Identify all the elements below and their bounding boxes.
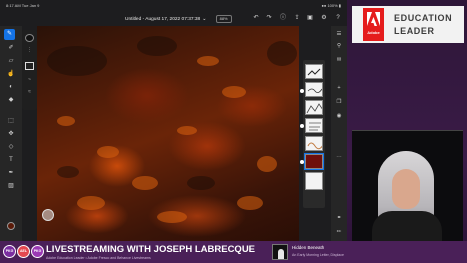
app-top-bar: Untitled - August 17, 2022 07:37:38 ⌄ 88%… (0, 11, 347, 26)
adobe-a-icon (367, 12, 380, 26)
layer-visibility-dot[interactable] (300, 160, 304, 164)
chevron-down-icon: ⌄ (202, 17, 207, 22)
export-icon[interactable]: ▣ (306, 14, 314, 22)
transform-icon[interactable]: ✥ (5, 129, 17, 139)
webcam-feed (352, 130, 463, 241)
badge-line-2: LEADER (394, 26, 435, 36)
brush-icon[interactable]: ✎ (4, 29, 15, 40)
layers-panel (300, 60, 325, 208)
badge-line-1: EDUCATION (394, 13, 453, 23)
layers-icon[interactable]: ☰ (334, 30, 344, 39)
document-title-text: Untitled - August 17, 2022 07:37:38 (125, 17, 201, 22)
badge-circle-3: PKG (31, 245, 44, 258)
layer-thumbnail[interactable] (305, 82, 323, 97)
brush-size-swatch[interactable] (25, 34, 34, 42)
right-toolbar: ☰ ⚲ ✉ + ❐ ◉ ⋯ ⚭ ✏ (331, 26, 347, 241)
layer-thumbnail-background[interactable] (305, 172, 323, 190)
layer-visibility-dot[interactable] (300, 89, 304, 93)
eraser-icon[interactable]: ▱ (5, 56, 17, 66)
layer-thumbnail[interactable] (305, 100, 323, 115)
layer-visibility-dot[interactable] (300, 124, 304, 128)
eyedropper-icon[interactable]: ✒ (5, 168, 17, 178)
shape-icon[interactable]: ◇ (5, 142, 17, 152)
zoom-level[interactable]: 88% (215, 15, 232, 23)
adobe-logo: Adobe (363, 8, 384, 41)
image-icon[interactable]: ▨ (5, 181, 17, 191)
document-title[interactable]: Untitled - August 17, 2022 07:37:38 ⌄ 88% (125, 15, 232, 23)
left-toolbar: ✎ ✐ ▱ ☝ ◐ ◆ ⬚ ✥ ◇ T ✒ ▨ (0, 26, 22, 241)
more-icon[interactable]: ⋯ (334, 154, 344, 163)
link-icon[interactable]: ⚭ (334, 214, 344, 223)
pencil-icon[interactable]: ✐ (5, 43, 17, 53)
brush-flow-icon[interactable]: ~ (25, 76, 34, 84)
comment-icon[interactable]: ✉ (334, 56, 344, 65)
layer-thumbnail[interactable] (305, 118, 323, 133)
info-icon[interactable]: ⓘ (279, 14, 287, 22)
add-layer-icon[interactable]: + (334, 84, 344, 93)
lower-third-bar: PKG AEL PKG LIVESTREAMING WITH JOSEPH LA… (0, 241, 467, 263)
redo-icon[interactable]: ↷ (265, 14, 273, 22)
brush-size-handle[interactable] (42, 209, 54, 221)
settings-icon[interactable]: ⚙ (320, 14, 328, 22)
layer-thumbnail-selected[interactable] (304, 153, 324, 170)
smudge-icon[interactable]: ☝ (5, 69, 17, 79)
fill-icon[interactable]: ◆ (5, 95, 17, 105)
group-icon[interactable]: ❐ (334, 98, 344, 107)
brush-settings-panel: ⋮ ~ ≈ (22, 30, 37, 110)
layer-thumbnail[interactable] (305, 64, 323, 79)
layer-thumbnail[interactable] (305, 136, 323, 151)
properties-icon[interactable]: ⚲ (334, 42, 344, 51)
stream-subtitle: Adobe Education Leader • Adobe Fresco an… (46, 256, 151, 260)
album-art (272, 244, 288, 260)
brush-preset-icon[interactable] (25, 62, 34, 70)
blend-icon[interactable]: ◐ (5, 82, 17, 92)
status-indicators: ●● 100% ▮ (321, 3, 342, 8)
share-icon[interactable]: ⇪ (293, 14, 301, 22)
fresco-app-window: 8:17 AM Tue Jan 9 ●● 100% ▮ Untitled - A… (0, 0, 347, 241)
selection-icon[interactable]: ⬚ (5, 116, 17, 126)
stream-title: LIVESTREAMING WITH JOSEPH LABRECQUE (46, 244, 256, 255)
drawing-canvas[interactable] (37, 26, 299, 241)
badge-circle-1: PKG (3, 245, 16, 258)
adobe-education-leader-badge: Adobe EDUCATION LEADER (352, 6, 464, 43)
visibility-icon[interactable]: ◉ (334, 112, 344, 121)
adobe-wordmark: Adobe (367, 30, 380, 35)
now-playing-song: Hidden Beneath (292, 245, 325, 250)
text-icon[interactable]: T (5, 155, 17, 165)
current-color-swatch[interactable] (7, 222, 15, 230)
help-icon[interactable]: ? (334, 14, 342, 22)
brush-size-slider[interactable]: ⋮ (25, 46, 34, 54)
brush-settings-icon[interactable]: ≈ (25, 88, 34, 96)
now-playing-artist: An Early Morning Letter, Displace (292, 253, 344, 257)
undo-icon[interactable]: ↶ (252, 14, 260, 22)
badge-circle-2: AEL (17, 245, 30, 258)
status-time: 8:17 AM (6, 3, 21, 8)
ipad-status-bar: 8:17 AM Tue Jan 9 ●● 100% ▮ (0, 0, 347, 11)
pen-tool-icon[interactable]: ✏ (334, 228, 344, 237)
badge-circles: PKG AEL PKG (3, 245, 47, 259)
stream-overlay: 8:17 AM Tue Jan 9 ●● 100% ▮ Untitled - A… (0, 0, 467, 263)
status-date: Tue Jan 9 (21, 3, 40, 8)
